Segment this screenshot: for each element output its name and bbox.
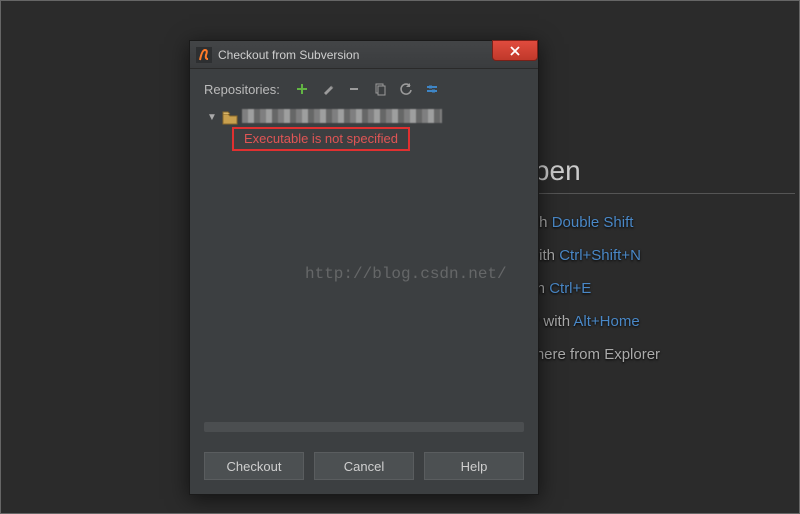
checkout-subversion-dialog: Checkout from Subversion Repositories:	[189, 40, 539, 495]
edit-icon[interactable]	[320, 81, 336, 97]
repository-node[interactable]: ▼	[204, 107, 524, 128]
repository-url-label	[242, 109, 442, 126]
error-highlight: Executable is not specified	[232, 127, 410, 151]
welcome-heading: e open	[495, 155, 795, 194]
help-button[interactable]: Help	[424, 452, 524, 480]
kbd-shortcut: Ctrl+Shift+N	[559, 247, 641, 264]
obscured-text	[242, 109, 442, 123]
checkout-button[interactable]: Checkout	[204, 452, 304, 480]
phpstorm-app-icon	[196, 47, 212, 63]
repositories-toolbar: Repositories:	[204, 81, 524, 97]
repositories-label: Repositories:	[204, 82, 280, 97]
kbd-shortcut: Ctrl+E	[549, 280, 591, 297]
tip-line: file(s) here from Explorer	[495, 346, 795, 363]
dialog-button-row: Checkout Cancel Help	[190, 442, 538, 494]
kbd-shortcut: Double Shift	[552, 214, 634, 231]
error-message: Executable is not specified	[244, 131, 398, 146]
cancel-button[interactable]: Cancel	[314, 452, 414, 480]
close-button[interactable]	[492, 40, 538, 61]
repositories-tree[interactable]: ▼ Executable is not specified	[204, 103, 524, 418]
folder-icon	[222, 111, 238, 125]
refresh-icon[interactable]	[398, 81, 414, 97]
tip-line: ere with Double Shift	[495, 214, 795, 231]
dialog-titlebar[interactable]: Checkout from Subversion	[190, 41, 538, 69]
copy-icon[interactable]	[372, 81, 388, 97]
settings-icon[interactable]	[424, 81, 440, 97]
tip-line: ame with Ctrl+Shift+N	[495, 247, 795, 264]
horizontal-scrollbar[interactable]	[204, 422, 524, 432]
dialog-title: Checkout from Subversion	[218, 48, 359, 62]
tip-line: les with Ctrl+E	[495, 280, 795, 297]
kbd-shortcut: Alt+Home	[573, 313, 639, 330]
expand-arrow-icon[interactable]: ▼	[206, 112, 218, 123]
add-icon[interactable]	[294, 81, 310, 97]
remove-icon[interactable]	[346, 81, 362, 97]
tip-line: on Bar with Alt+Home	[495, 313, 795, 330]
welcome-tips-panel: e open ere with Double Shift ame with Ct…	[495, 155, 795, 379]
